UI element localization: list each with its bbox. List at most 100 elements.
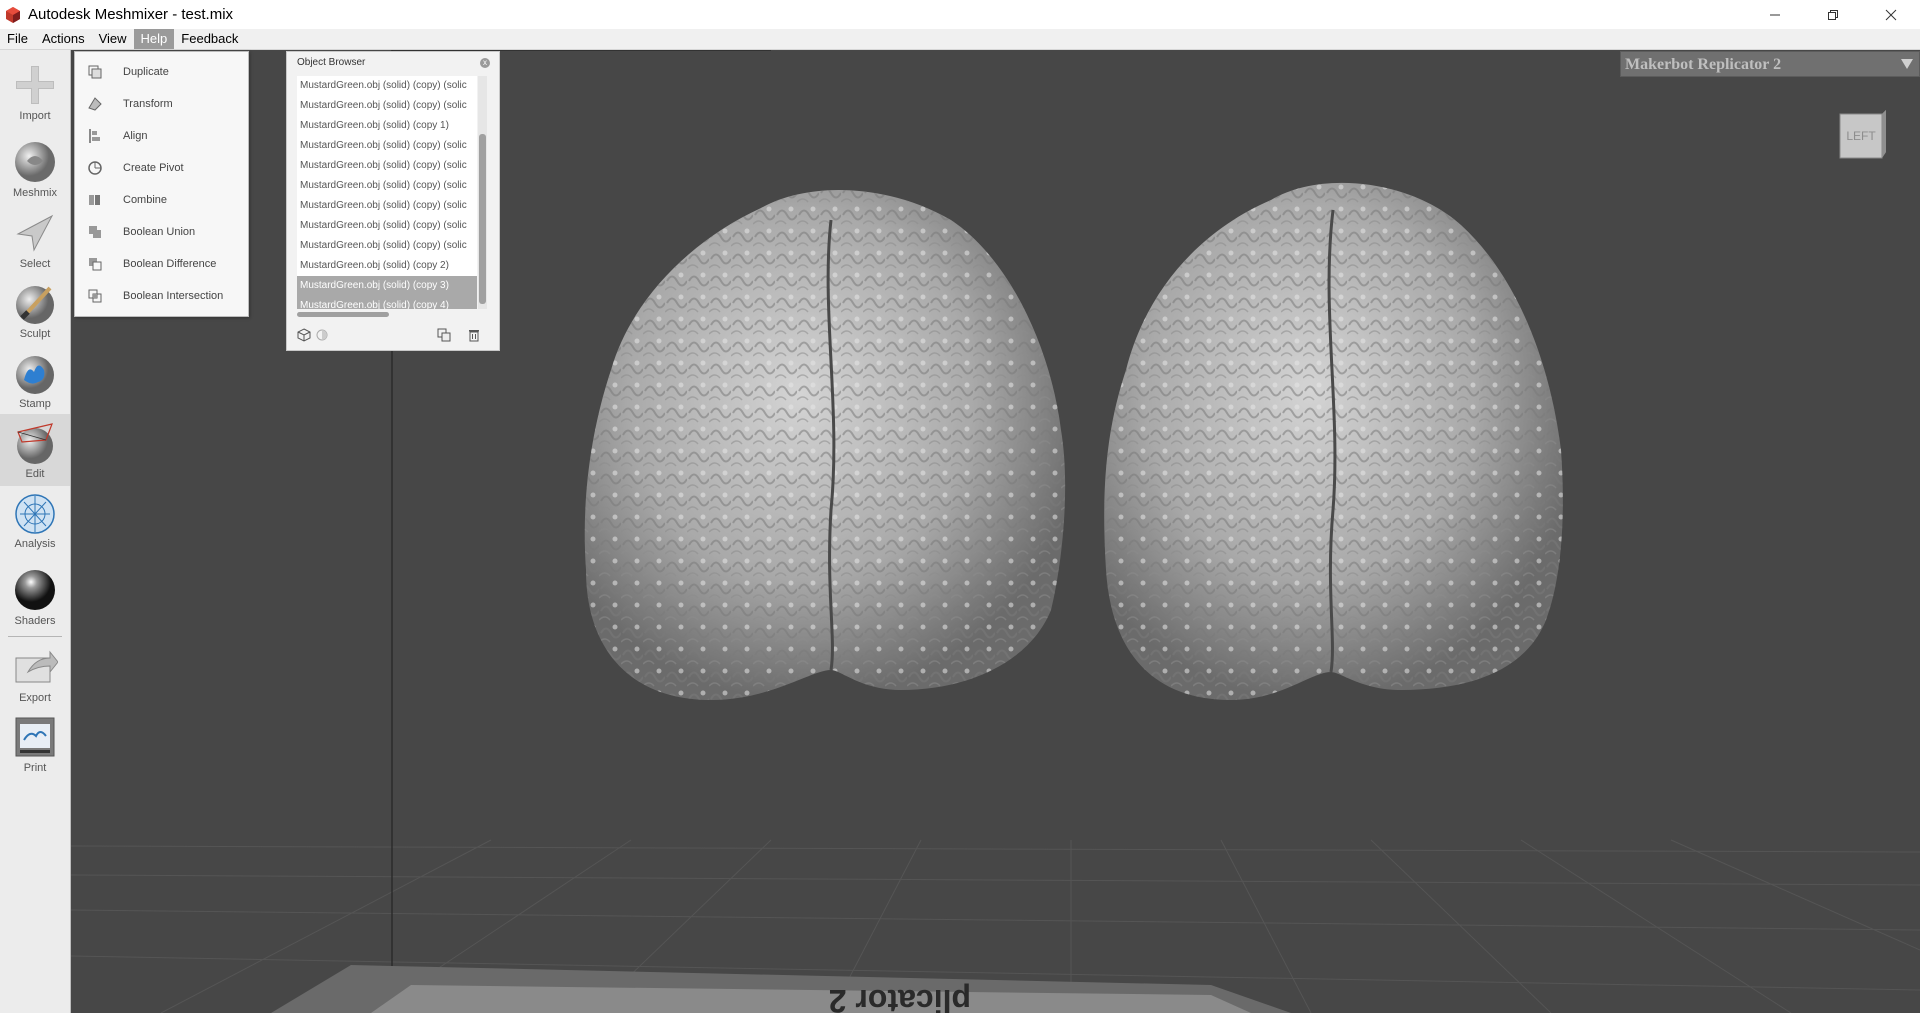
menu-item-boolean-difference[interactable]: Boolean Difference <box>75 248 248 280</box>
duplicate-icon <box>88 65 102 79</box>
tool-export[interactable]: Export <box>0 638 70 710</box>
brain-model-right <box>1104 182 1563 701</box>
menu-item-label: Create Pivot <box>123 162 184 174</box>
menu-item-transform[interactable]: Transform <box>75 88 248 120</box>
object-row[interactable]: MustardGreen.obj (solid) (copy 1) <box>297 116 477 136</box>
minimize-icon <box>1770 14 1780 15</box>
menu-file[interactable]: File <box>0 29 35 49</box>
object-row[interactable]: MustardGreen.obj (solid) (copy) (solic <box>297 216 477 236</box>
printer-selector[interactable]: Makerbot Replicator 2 <box>1620 51 1920 77</box>
menu-actions[interactable]: Actions <box>35 29 92 49</box>
menu-item-label: Boolean Union <box>123 226 196 238</box>
object-row[interactable]: MustardGreen.obj (solid) (copy) (solic <box>297 196 477 216</box>
tool-shaders[interactable]: Shaders <box>0 561 70 633</box>
tool-label: Import <box>19 110 51 122</box>
object-browser-panel: Object Browser x MustardGreen.obj (solid… <box>286 51 500 351</box>
tool-meshmix[interactable]: Meshmix <box>0 133 70 205</box>
tool-analysis[interactable]: Analysis <box>0 484 70 556</box>
tool-sculpt[interactable]: Sculpt <box>0 274 70 346</box>
brain-model-left <box>584 189 1066 700</box>
menu-item-duplicate[interactable]: Duplicate <box>75 56 248 88</box>
restore-button[interactable] <box>1804 0 1862 29</box>
close-button[interactable] <box>1862 0 1920 29</box>
tool-select[interactable]: Select <box>0 204 70 276</box>
boolean-union-icon <box>89 226 101 238</box>
menu-view[interactable]: View <box>92 29 134 49</box>
combine-icon <box>89 195 100 205</box>
title-bar: Autodesk Meshmixer - test.mix <box>0 0 1920 29</box>
object-row[interactable]: MustardGreen.obj (solid) (copy) (solic <box>297 96 477 116</box>
scrollbar-thumb[interactable] <box>479 134 486 304</box>
plus-icon <box>16 66 54 104</box>
left-toolbar: Import Meshmix Select Sculpt Stamp Edit … <box>0 50 71 1013</box>
analysis-icon <box>15 494 55 534</box>
menu-help[interactable]: Help <box>133 29 175 49</box>
boolean-difference-icon <box>89 258 102 271</box>
cube-icon[interactable] <box>297 328 311 342</box>
menu-item-boolean-intersection[interactable]: Boolean Intersection <box>75 280 248 312</box>
tool-label: Select <box>19 258 51 270</box>
tool-edit[interactable]: Edit <box>0 414 70 486</box>
app-logo-icon <box>6 6 20 23</box>
object-row[interactable]: MustardGreen.obj (solid) (copy) (solic <box>297 236 477 256</box>
edit-menu: Duplicate Transform Align Create Pivot C… <box>74 51 249 317</box>
align-icon <box>89 129 100 143</box>
menu-feedback[interactable]: Feedback <box>174 29 245 49</box>
stamp-icon <box>16 356 54 394</box>
menu-item-label: Transform <box>123 98 173 110</box>
duplicate-object-icon[interactable] <box>437 328 451 342</box>
menu-item-align[interactable]: Align <box>75 120 248 152</box>
tool-label: Stamp <box>19 398 51 410</box>
tool-label: Sculpt <box>19 328 51 340</box>
edit-icon <box>17 423 53 464</box>
tool-stamp[interactable]: Stamp <box>0 344 70 416</box>
object-row-selected[interactable]: MustardGreen.obj (solid) (copy 4) <box>297 296 477 309</box>
object-row[interactable]: MustardGreen.obj (solid) (copy) (solic <box>297 136 477 156</box>
tool-import[interactable]: Import <box>0 56 70 128</box>
toolbar-separator <box>8 636 62 637</box>
meshmix-icon <box>15 142 55 182</box>
tool-label: Shaders <box>14 615 56 627</box>
object-list: MustardGreen.obj (solid) (copy) (solic M… <box>297 76 477 309</box>
view-cube[interactable]: LEFT <box>1836 108 1890 162</box>
object-browser-title: Object Browser <box>297 57 366 68</box>
export-icon <box>15 650 58 683</box>
tool-label: Export <box>19 692 51 704</box>
arrow-cursor-icon <box>16 214 54 252</box>
menu-item-combine[interactable]: Combine <box>75 184 248 216</box>
menu-item-label: Align <box>123 130 148 142</box>
vertical-scrollbar[interactable] <box>478 76 487 309</box>
menu-bar: File Actions View Help Feedback <box>0 29 1920 50</box>
menu-item-boolean-union[interactable]: Boolean Union <box>75 216 248 248</box>
minimize-button[interactable] <box>1746 0 1804 29</box>
shader-sphere-icon <box>15 570 55 610</box>
tool-label: Meshmix <box>12 187 57 199</box>
pivot-icon <box>88 161 102 175</box>
close-icon[interactable]: x <box>480 58 490 68</box>
horizontal-scrollbar[interactable] <box>297 311 477 318</box>
hidden-icon[interactable] <box>315 328 329 342</box>
scrollbar-thumb[interactable] <box>297 312 389 317</box>
view-cube-face-label: LEFT <box>1846 129 1876 143</box>
tool-label: Analysis <box>14 538 56 550</box>
restore-icon <box>1828 9 1838 20</box>
menu-item-label: Boolean Intersection <box>123 290 224 302</box>
menu-item-label: Combine <box>123 194 168 206</box>
object-row[interactable]: MustardGreen.obj (solid) (copy) (solic <box>297 76 477 96</box>
close-icon <box>1885 9 1897 20</box>
chevron-down-icon <box>1901 59 1913 69</box>
menu-item-label: Duplicate <box>123 66 169 78</box>
object-row[interactable]: MustardGreen.obj (solid) (copy 2) <box>297 256 477 276</box>
trash-icon[interactable] <box>467 328 481 342</box>
boolean-intersection-icon <box>88 289 102 303</box>
tool-label: Edit <box>25 468 45 480</box>
tool-print[interactable]: Print <box>0 708 70 780</box>
object-row[interactable]: MustardGreen.obj (solid) (copy) (solic <box>297 176 477 196</box>
menu-item-create-pivot[interactable]: Create Pivot <box>75 152 248 184</box>
object-row-selected[interactable]: MustardGreen.obj (solid) (copy 3) <box>297 276 477 296</box>
printer-label: Makerbot Replicator 2 <box>1625 56 1782 73</box>
window-title: Autodesk Meshmixer - test.mix <box>28 6 234 23</box>
bed-label: plicator 2 <box>829 983 971 1013</box>
tool-label: Print <box>23 762 47 774</box>
object-row[interactable]: MustardGreen.obj (solid) (copy) (solic <box>297 156 477 176</box>
